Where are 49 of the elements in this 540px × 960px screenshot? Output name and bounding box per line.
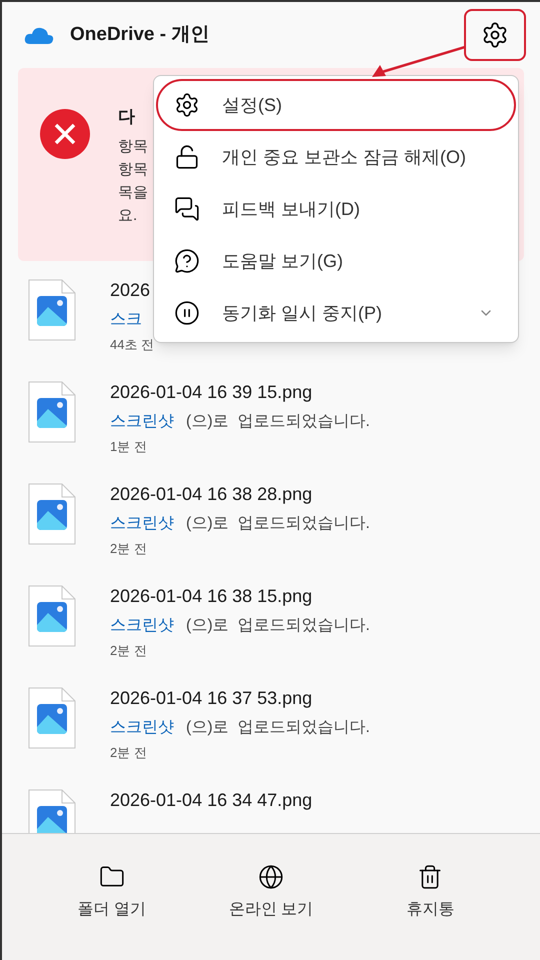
menu-item[interactable]: 동기화 일시 중지(P) — [156, 287, 516, 339]
error-message-line: 항목 — [118, 160, 148, 180]
upload-time: 44초 전 — [110, 336, 154, 354]
footer-button[interactable]: 폴더 열기 — [73, 864, 150, 928]
file-name: 2026-01-04 16 38 15.png — [110, 585, 314, 608]
menu-item[interactable]: 피드백 보내기(D) — [156, 183, 516, 235]
screenshot-folder-link[interactable]: 스크린샷 — [110, 615, 174, 637]
file-name: 2026-01-04 16 37 53.png — [110, 687, 314, 710]
error-message-line: 요. — [118, 206, 138, 226]
file-name: 2026-01-04 16 38 28.png — [110, 483, 314, 506]
upload-status: (으)로 업로드되었습니다. — [186, 412, 370, 432]
settings-button[interactable] — [464, 9, 526, 61]
image-file-icon — [28, 279, 76, 341]
screenshot-folder-link[interactable]: 스크린샷 — [110, 411, 174, 433]
error-message-line: 항목 — [118, 137, 148, 157]
file-name: 2026-01-04 16 39 15.png — [110, 381, 314, 404]
screenshot-folder-link[interactable]: 스크린샷 — [110, 717, 174, 739]
menu-item[interactable]: 개인 중요 보관소 잠금 해제(O) — [156, 131, 516, 183]
file-name: 2026-01-04 16 34 47.png — [110, 789, 312, 812]
error-message-line: 목을 — [118, 183, 148, 203]
app-title: OneDrive - 개인 — [70, 22, 210, 47]
image-file-icon — [28, 483, 76, 545]
image-file-icon — [28, 585, 76, 647]
footer-button[interactable]: 휴지통 — [402, 864, 458, 928]
menu-item[interactable]: 설정(S) — [156, 79, 516, 131]
error-title: 다 — [118, 106, 136, 128]
upload-time: 1분 전 — [110, 438, 148, 456]
error-icon — [40, 109, 90, 159]
settings-icon — [481, 21, 509, 49]
upload-time: 2분 전 — [110, 744, 148, 762]
pause-icon — [174, 300, 200, 326]
trash-icon — [417, 864, 444, 890]
file-name: 2026 — [110, 279, 152, 302]
question-bubble-icon — [174, 248, 200, 274]
upload-status: (으)로 업로드되었습니다. — [186, 616, 370, 636]
screenshot-folder-link[interactable]: 스크린샷 — [110, 513, 174, 535]
upload-time: 2분 전 — [110, 642, 148, 660]
image-file-icon — [28, 381, 76, 443]
cloud-icon — [24, 25, 54, 45]
globe-icon — [258, 864, 284, 890]
menu-item[interactable]: 도움말 보기(G) — [156, 235, 516, 287]
footer-button[interactable]: 온라인 보기 — [224, 864, 318, 928]
settings-icon — [174, 92, 200, 118]
unlocked-padlock-icon — [174, 144, 200, 170]
upload-time: 2분 전 — [110, 540, 148, 558]
screenshot-folder-link[interactable]: 스크 — [110, 309, 142, 331]
upload-status: (으)로 업로드되었습니다. — [186, 514, 370, 534]
upload-status: (으)로 업로드되었습니다. — [186, 718, 370, 738]
image-file-icon — [28, 687, 76, 749]
